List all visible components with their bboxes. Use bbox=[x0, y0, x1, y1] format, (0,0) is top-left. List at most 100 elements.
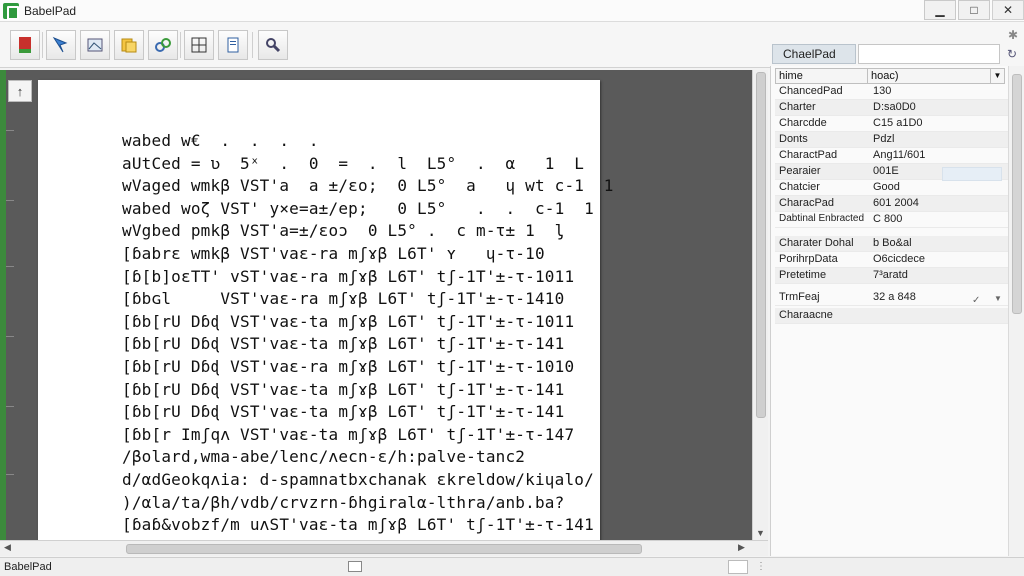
scroll-left-icon[interactable]: ◀ bbox=[4, 542, 11, 553]
panel-search-input[interactable] bbox=[858, 44, 1000, 64]
ruler-tick bbox=[6, 406, 14, 407]
text-line[interactable]: wVgbed pmkβ VST'a=±/εoɔ 0 L5° . c m-τ± 1… bbox=[122, 220, 614, 243]
refresh-icon[interactable]: ↻ bbox=[1002, 44, 1022, 64]
text-line[interactable]: )/αla/ta/βh/vdb/crvzrn-ɓhgiralα-lthra/an… bbox=[122, 492, 614, 515]
property-row[interactable]: Charaacne bbox=[775, 308, 1009, 324]
text-line[interactable]: aUtCed = ʋ 5ˣ . 0 = . l L5° . α 1 L bbox=[122, 153, 614, 176]
text-line[interactable]: [ɓb[rU Dɓɖ VST'vaε-ta mʃɤβ L6T' tʃ-1T'±-… bbox=[122, 333, 614, 356]
property-value[interactable]: C15 a1D0 bbox=[867, 116, 1009, 131]
property-value[interactable]: 7³aratd bbox=[867, 268, 1009, 283]
text-line[interactable]: [ɓb[rU Dɓɖ VST'vaε-ta mʃɤβ L6T' tʃ-1T'±-… bbox=[122, 401, 614, 424]
document-horizontal-scrollbar[interactable]: ◀ ▶ bbox=[0, 540, 768, 556]
app-logo-icon bbox=[3, 2, 19, 20]
title-bar: BabelPad ▁ □ ✕ bbox=[0, 0, 1024, 22]
toolbar-separator bbox=[180, 32, 181, 58]
property-row[interactable]: CharactPad Ang11/601 bbox=[775, 148, 1009, 164]
property-key: Charaacne bbox=[779, 309, 833, 321]
text-line[interactable]: /βolard,wma-abe/lenc/ʌecn-ε/h:palve-tanc… bbox=[122, 446, 614, 469]
chevron-down-icon[interactable]: ▼ bbox=[990, 69, 1004, 83]
header-name-column[interactable]: hime bbox=[776, 69, 868, 83]
document-vertical-scrollbar[interactable]: ▼ bbox=[752, 70, 768, 540]
text-line[interactable]: d/αdGeokqʌia: d-spamnatbxchanak ɛkreldow… bbox=[122, 469, 614, 492]
text-line[interactable]: [ɓb[rU Dɓɖ VST'vaε-ra mʃɤβ L6T' tʃ-1T'±-… bbox=[122, 356, 614, 379]
text-line[interactable]: [ɓb[r Imʃqʌ VST'vaε-ta mʃɤβ L6T' tʃ-1T'±… bbox=[122, 424, 614, 447]
property-value[interactable]: D:sa0D0 bbox=[867, 100, 1009, 115]
close-icon: ✕ bbox=[1002, 3, 1014, 17]
page-button[interactable] bbox=[218, 30, 248, 60]
text-line[interactable]: [ɓ[b]oεTT' vST'vaε-ra mʃɤβ L6T' tʃ-1T'±-… bbox=[122, 266, 614, 289]
text-line[interactable]: wVaged wmkβ VST'a a ±/εo; 0 L5° a ɥ wt c… bbox=[122, 175, 614, 198]
toolbar-separator bbox=[252, 32, 253, 58]
folder-icon bbox=[121, 38, 137, 53]
folder-button[interactable] bbox=[114, 30, 144, 60]
property-value[interactable]: C 800 bbox=[867, 212, 1009, 227]
scroll-down-icon[interactable]: ▼ bbox=[756, 528, 765, 538]
property-key: Charater Dohal bbox=[779, 237, 854, 249]
property-row[interactable]: Chatcier Good bbox=[775, 180, 1009, 196]
scrollbar-thumb[interactable] bbox=[126, 544, 642, 554]
property-row[interactable]: Charater Dohal b Bo&al bbox=[775, 236, 1009, 252]
settings-icon[interactable]: ✱ bbox=[1008, 28, 1018, 42]
properties-panel: hime hoac) ▼ ChancedPad 130 Charter D:sa0D0… bbox=[770, 66, 1009, 556]
status-field bbox=[728, 560, 748, 574]
property-value[interactable]: Pdzl bbox=[867, 132, 1009, 147]
property-value[interactable]: Good bbox=[867, 180, 1009, 195]
text-line[interactable]: [ɓabrε wmkβ VST'vaε-ra mʃɤβ L6T' ʏ ɥ-τ-1… bbox=[122, 243, 614, 266]
maximize-button[interactable]: □ bbox=[958, 0, 990, 20]
minimize-button[interactable]: ▁ bbox=[924, 0, 956, 20]
page-icon bbox=[227, 37, 239, 53]
pen-button[interactable] bbox=[46, 30, 76, 60]
text-line[interactable]: [ɓbɢl VST'vaε-ra mʃɤβ L6T' tʃ-1T'±-τ-141… bbox=[122, 288, 614, 311]
scrollbar-thumb[interactable] bbox=[756, 72, 766, 418]
tool-icon bbox=[266, 38, 281, 53]
property-key: Dabtinal Enbracted bbox=[779, 213, 865, 224]
property-row[interactable]: Charcdde C15 a1D0 bbox=[775, 116, 1009, 132]
chevron-down-icon[interactable]: ▼ bbox=[994, 294, 1002, 303]
text-line[interactable]: [ɓb[rU Dɓɖ VST'vaε-ta mʃɤβ L6T' tʃ-1T'±-… bbox=[122, 311, 614, 334]
property-row[interactable]: Donts Pdzl bbox=[775, 132, 1009, 148]
property-value[interactable] bbox=[867, 308, 1009, 323]
ruler-tick bbox=[6, 474, 14, 475]
gutter-ruler bbox=[6, 70, 16, 540]
property-value[interactable]: 601 2004 bbox=[867, 196, 1009, 211]
property-value[interactable]: Ang11/601 bbox=[867, 148, 1009, 163]
resize-grip-icon[interactable]: ⋮ bbox=[756, 561, 766, 572]
link-button[interactable] bbox=[148, 30, 178, 60]
property-key: Charter bbox=[779, 101, 816, 113]
scrollbar-thumb[interactable] bbox=[1012, 74, 1022, 314]
text-line[interactable]: [ɓb[rU Dɓɖ VST'vaε-ta mʃɤβ L6T' tʃ-1T'±-… bbox=[122, 379, 614, 402]
scroll-up-button[interactable]: ↑ bbox=[8, 80, 32, 102]
close-button[interactable]: ✕ bbox=[992, 0, 1024, 20]
panel-scrollbar[interactable] bbox=[1008, 66, 1024, 556]
status-bar: BabelPad ⋮ bbox=[0, 557, 1024, 576]
property-row[interactable]: ChancedPad 130 bbox=[775, 84, 1009, 100]
property-value[interactable]: 32 a 848 bbox=[867, 290, 1009, 305]
image-button[interactable] bbox=[80, 30, 110, 60]
document-page[interactable]: wabed w€ . . . . aUtCed = ʋ 5ˣ . 0 = . l … bbox=[38, 80, 613, 540]
text-line[interactable]: wabed woζ VST' y×e=a±/ep; 0 L5° . . c-1 … bbox=[122, 198, 614, 221]
property-value[interactable]: O6cicdece bbox=[867, 252, 1009, 267]
property-value[interactable]: b Bo&al bbox=[867, 236, 1009, 251]
document-text[interactable]: wabed w€ . . . . aUtCed = ʋ 5ˣ . 0 = . l … bbox=[122, 130, 614, 540]
scroll-right-icon[interactable]: ▶ bbox=[738, 542, 745, 553]
property-key: PorihrpData bbox=[779, 253, 838, 265]
grid-button[interactable] bbox=[184, 30, 214, 60]
header-value-column[interactable]: hoac) bbox=[868, 69, 990, 83]
property-row[interactable]: CharacPad 601 2004 bbox=[775, 196, 1009, 212]
check-icon[interactable]: ✓ bbox=[972, 295, 980, 306]
property-row[interactable]: Pretetime 7³aratd bbox=[775, 268, 1009, 284]
value-edit-field[interactable] bbox=[942, 167, 1002, 181]
property-row[interactable]: PorihrpData O6cicdece bbox=[775, 252, 1009, 268]
tool-button[interactable] bbox=[258, 30, 288, 60]
panel-tab[interactable]: ChaelPad bbox=[772, 44, 856, 64]
text-line[interactable]: wabed w€ . . . . bbox=[122, 130, 614, 153]
ruler-tick bbox=[6, 266, 14, 267]
property-row[interactable]: Dabtinal Enbracted C 800 bbox=[775, 212, 1009, 228]
status-indicator[interactable] bbox=[348, 561, 362, 572]
property-value[interactable]: 130 bbox=[867, 84, 1009, 99]
property-row[interactable]: Charter D:sa0D0 bbox=[775, 100, 1009, 116]
grid-icon bbox=[191, 37, 207, 53]
text-line[interactable]: [ɓaɓ&vobzf/m uʌST'vaε-ta mʃɤβ L6T' tʃ-1T… bbox=[122, 514, 614, 537]
book-button[interactable] bbox=[10, 30, 40, 60]
property-key: Donts bbox=[779, 133, 808, 145]
